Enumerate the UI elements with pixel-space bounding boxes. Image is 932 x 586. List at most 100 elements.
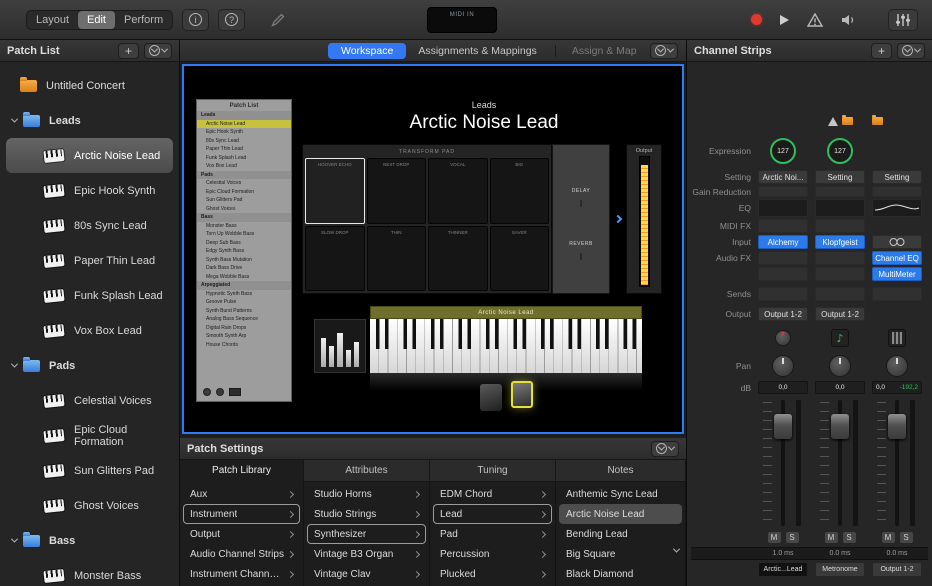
library-row[interactable]: Pad — [433, 524, 552, 544]
mute-button[interactable]: M — [767, 531, 782, 544]
edit-mode-button[interactable]: Edit — [78, 11, 115, 29]
transform-pad-cell[interactable]: Slow Drop — [305, 226, 365, 292]
onscreen-patch-row[interactable]: Mega Wobble Bass — [197, 273, 291, 282]
onscreen-patch-row[interactable]: Hypnotic Synth Bass — [197, 290, 291, 299]
patch-list-item[interactable]: Vox Box Lead — [6, 313, 173, 348]
library-row[interactable]: Plucked — [433, 564, 552, 584]
onscreen-patch-row[interactable]: Monster Bass — [197, 222, 291, 231]
solo-button[interactable]: S — [842, 531, 857, 544]
master-mute-button[interactable] — [840, 13, 858, 27]
patch-group-pads[interactable]: Pads — [0, 348, 179, 383]
library-row[interactable]: Synthesizer — [307, 524, 426, 544]
audio-fx-slot[interactable]: Channel EQ — [872, 251, 922, 265]
onscreen-patch-row[interactable]: Groove Pulse — [197, 298, 291, 307]
panel-expand-button[interactable] — [610, 144, 626, 294]
add-channel-strip-button[interactable]: + — [871, 43, 892, 59]
pedal-icon[interactable] — [480, 384, 502, 411]
onscreen-patch-row[interactable]: Edgy Synth Bass — [197, 247, 291, 256]
tab-tuning[interactable]: Tuning — [430, 460, 556, 482]
input-slot[interactable]: Klopfgeist — [815, 235, 865, 249]
tab-assignments-mappings[interactable]: Assignments & Mappings — [418, 45, 536, 57]
sustain-pedal-icon[interactable] — [511, 381, 533, 408]
patch-list-item[interactable]: Paper Thin Lead — [6, 243, 173, 278]
audio-fx-slot[interactable]: MultiMeter — [872, 267, 922, 281]
mute-button[interactable]: M — [824, 531, 839, 544]
input-slot[interactable]: Alchemy — [758, 235, 808, 249]
library-row[interactable]: EDM Chord — [433, 484, 552, 504]
volume-readout[interactable]: 0,0-192,2 — [872, 381, 922, 394]
onscreen-patch-row[interactable]: Funk Splash Lead — [197, 154, 291, 163]
audio-fx-slot[interactable] — [758, 267, 808, 281]
volume-fader[interactable] — [815, 398, 865, 528]
pan-knob[interactable] — [829, 355, 851, 377]
patch-list-item[interactable]: Epic Cloud Formation — [6, 418, 173, 453]
patch-group-leads[interactable]: Leads — [0, 103, 179, 138]
expression-knob[interactable]: 127 — [827, 138, 853, 164]
info-button[interactable]: i — [182, 9, 209, 31]
onscreen-patch-row[interactable]: Epic Cloud Formation — [197, 188, 291, 197]
library-row[interactable]: Arctic Noise Lead — [559, 504, 682, 524]
library-row[interactable]: Black Diamond — [559, 564, 682, 584]
tab-patch-library[interactable]: Patch Library — [180, 460, 304, 482]
patch-list-item[interactable]: Epic Hook Synth — [6, 173, 173, 208]
panic-button[interactable] — [806, 12, 824, 28]
library-row[interactable]: Studio Horns — [307, 484, 426, 504]
transform-pad-cell[interactable]: Thin — [367, 226, 427, 292]
midi-fx-slot[interactable] — [815, 219, 865, 233]
onscreen-patch-row[interactable]: Bass — [197, 213, 291, 222]
record-button[interactable] — [751, 14, 762, 25]
channel-strips-action-menu[interactable] — [897, 43, 925, 59]
patch-list-item[interactable]: Monster Bass — [6, 558, 173, 586]
onscreen-keyboard[interactable] — [370, 319, 642, 373]
eq-thumbnail[interactable] — [872, 199, 922, 217]
onscreen-patch-row[interactable]: House Chords — [197, 341, 291, 350]
library-row[interactable]: Vintage B3 Organ — [307, 544, 426, 564]
onscreen-patch-row[interactable]: Analog Bass Sequence — [197, 315, 291, 324]
output-slot[interactable]: Output 1-2 — [815, 307, 865, 321]
transform-pad-cell[interactable]: Vocal — [428, 158, 488, 224]
onscreen-patch-row[interactable]: Arpeggiated — [197, 281, 291, 290]
patch-list-item[interactable]: Sun Glitters Pad — [6, 453, 173, 488]
perform-mode-button[interactable]: Perform — [115, 11, 172, 29]
send-knob[interactable] — [775, 330, 791, 346]
onscreen-patch-row[interactable]: Ghost Voices — [197, 205, 291, 214]
volume-readout[interactable]: 0,0 — [758, 381, 808, 394]
tab-workspace[interactable]: Workspace — [328, 43, 406, 59]
library-row[interactable]: Studio Strings — [307, 504, 426, 524]
mini-knob-icon[interactable] — [203, 388, 211, 396]
onscreen-patch-row[interactable]: Torn Up Wobble Bass — [197, 230, 291, 239]
audio-fx-slot[interactable] — [815, 267, 865, 281]
disclosure-icon[interactable] — [11, 116, 18, 123]
eq-thumbnail[interactable] — [758, 199, 808, 217]
mute-button[interactable]: M — [881, 531, 896, 544]
strip-name[interactable]: Output 1-2 — [872, 562, 922, 577]
setting-slot[interactable]: Setting — [872, 170, 922, 184]
mini-knob-icon[interactable] — [216, 388, 224, 396]
patch-settings-action-menu[interactable] — [651, 441, 679, 457]
library-row[interactable]: Lead — [433, 504, 552, 524]
onscreen-patch-row[interactable]: Dark Bass Drive — [197, 264, 291, 273]
strip-name[interactable]: Metronome — [815, 562, 865, 577]
library-row[interactable]: Aux — [183, 484, 300, 504]
setting-slot[interactable]: Setting — [815, 170, 865, 184]
volume-readout[interactable]: 0,0 — [815, 381, 865, 394]
transform-pad-cell[interactable]: Hoover Echo — [305, 158, 365, 224]
drawbar-controls[interactable] — [314, 319, 366, 373]
patch-list-item[interactable]: Funk Splash Lead — [6, 278, 173, 313]
patch-list-item[interactable]: Arctic Noise Lead — [6, 138, 173, 173]
transform-pad-cell[interactable]: Next Drop — [367, 158, 427, 224]
play-button[interactable] — [778, 14, 790, 26]
library-row[interactable]: Bending Lead — [559, 524, 682, 544]
onscreen-patch-row[interactable]: Arctic Noise Lead — [197, 120, 291, 129]
input-slot[interactable] — [872, 235, 922, 249]
onscreen-patch-row[interactable]: Leads — [197, 111, 291, 120]
fader-cap[interactable] — [831, 414, 849, 439]
onscreen-patch-row[interactable]: Paper Thin Lead — [197, 145, 291, 154]
send-slot[interactable] — [758, 287, 808, 301]
onscreen-patch-row[interactable]: Deep Sub Bass — [197, 239, 291, 248]
library-row[interactable]: Output — [183, 524, 300, 544]
fader-cap[interactable] — [774, 414, 792, 439]
onscreen-patch-row[interactable]: Sun Glitters Pad — [197, 196, 291, 205]
volume-fader[interactable] — [872, 398, 922, 528]
solo-button[interactable]: S — [899, 531, 914, 544]
